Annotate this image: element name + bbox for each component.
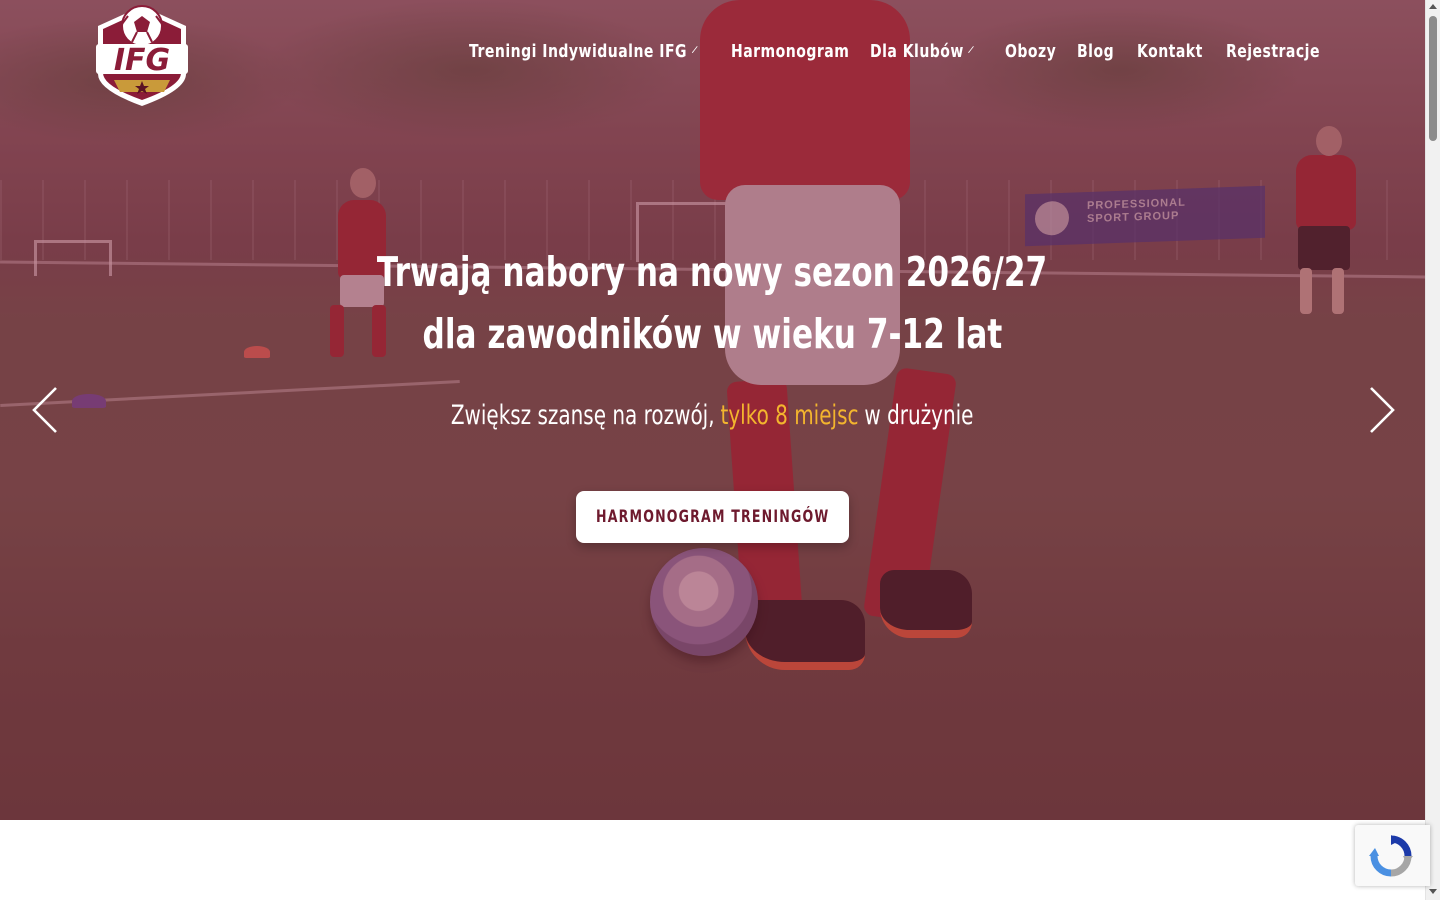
- chevron-right-icon: [1370, 387, 1395, 433]
- scrollbar-thumb[interactable]: [1429, 16, 1437, 141]
- hero-subheadline: Zwiększ szansę na rozwój, tylko 8 miejsc w…: [0, 400, 1425, 431]
- recaptcha-icon: [1369, 835, 1413, 877]
- schedule-cta-button[interactable]: HARMONOGRAM TRENINGÓW: [576, 491, 849, 543]
- hero-headline-line2: dla zawodników w wieku 7-12 lat: [422, 310, 1003, 358]
- slider-next-button[interactable]: [1366, 385, 1396, 435]
- chevron-down-icon: [968, 45, 975, 53]
- page-scrollbar[interactable]: [1425, 0, 1440, 900]
- scroll-up-arrow-icon[interactable]: [1429, 4, 1437, 9]
- nav-label: Kontakt: [1137, 41, 1203, 62]
- cta-label: HARMONOGRAM TRENINGÓW: [595, 507, 830, 527]
- nav-label: Treningi Indywidualne IFG: [469, 41, 688, 62]
- nav-label: Harmonogram: [731, 41, 850, 62]
- slider-prev-button[interactable]: [31, 385, 61, 435]
- nav-item-obozy[interactable]: Obozy: [1005, 41, 1057, 71]
- ifg-logo[interactable]: IFG: [92, 4, 192, 108]
- subheadline-text: w drużynie: [864, 400, 974, 431]
- hero-headline-line1: Trwają nabory na nowy sezon 2026/27: [377, 248, 1048, 296]
- nav-label: Dla Klubów: [870, 41, 964, 62]
- nav-label: Blog: [1077, 41, 1115, 62]
- nav-item-treningi[interactable]: Treningi Indywidualne IFG: [469, 41, 710, 71]
- subheadline-highlight: tylko 8 miejsc: [720, 400, 859, 431]
- recaptcha-badge[interactable]: [1355, 825, 1430, 886]
- chevron-left-icon: [32, 387, 57, 433]
- logo-text: IFG: [114, 43, 170, 78]
- nav-item-kontakt[interactable]: Kontakt: [1137, 41, 1204, 71]
- nav-item-rejestracje[interactable]: Rejestracje: [1226, 41, 1323, 71]
- nav-label: Obozy: [1005, 41, 1057, 62]
- nav-label: Rejestracje: [1226, 41, 1320, 62]
- scroll-down-arrow-icon[interactable]: [1429, 889, 1437, 894]
- nav-item-harmonogram[interactable]: Harmonogram: [731, 41, 850, 71]
- hero-slider: PROFESSIONAL SPORT GROUP IFG Treningi In…: [0, 0, 1425, 820]
- chevron-down-icon: [691, 45, 698, 53]
- subheadline-text: Zwiększ szansę na rozwój,: [451, 400, 715, 431]
- main-navigation: Treningi Indywidualne IFG Harmonogram Dl…: [469, 41, 1323, 71]
- nav-item-blog[interactable]: Blog: [1077, 41, 1115, 71]
- nav-item-dla-klubow[interactable]: Dla Klubów: [870, 41, 983, 71]
